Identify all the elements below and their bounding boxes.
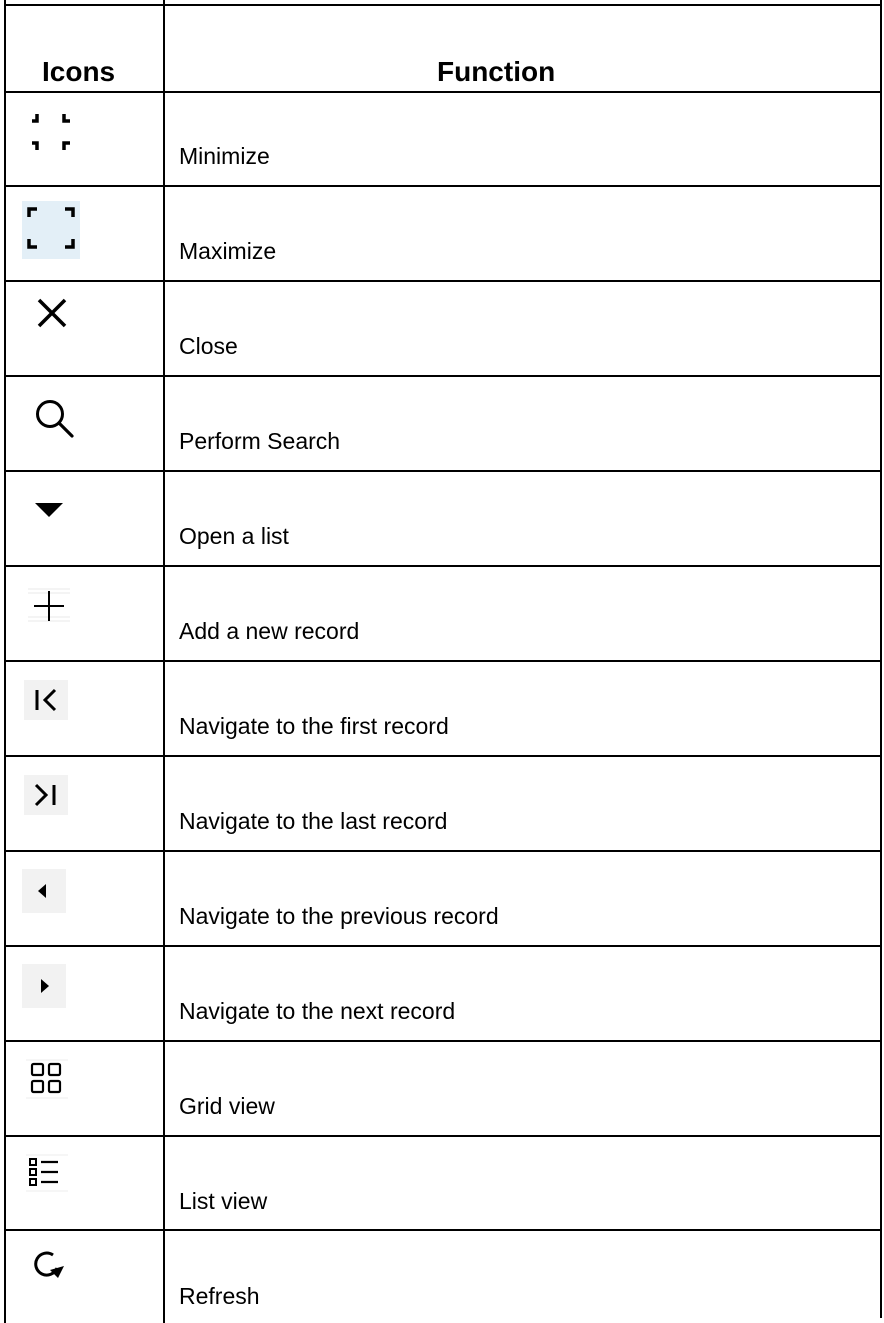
icons-function-table: Icons Function Minimize Maximize Close P… xyxy=(0,0,884,1323)
row-divider xyxy=(4,660,882,662)
plus-icon xyxy=(28,588,70,622)
row-label-add-record: Add a new record xyxy=(179,618,360,644)
search-icon xyxy=(36,400,74,438)
dropdown-arrow-icon xyxy=(35,503,63,517)
grid-view-icon xyxy=(26,1059,68,1099)
previous-record-icon xyxy=(22,869,66,913)
table-border-top xyxy=(4,4,882,6)
row-divider xyxy=(4,185,882,187)
row-label-last-record: Navigate to the last record xyxy=(179,808,448,834)
row-label-grid-view: Grid view xyxy=(179,1093,275,1119)
next-record-icon xyxy=(22,964,66,1008)
row-label-minimize: Minimize xyxy=(179,143,270,169)
row-label-open-list: Open a list xyxy=(179,523,289,549)
row-label-next-record: Navigate to the next record xyxy=(179,998,456,1024)
last-record-icon xyxy=(24,775,68,815)
row-divider xyxy=(4,945,882,947)
header-icons: Icons xyxy=(42,56,116,87)
row-divider xyxy=(4,375,882,377)
row-label-previous-record: Navigate to the previous record xyxy=(179,903,499,929)
header-function: Function xyxy=(437,56,556,87)
close-icon xyxy=(37,298,67,328)
row-label-refresh: Refresh xyxy=(179,1283,260,1309)
row-divider xyxy=(4,1040,882,1042)
table-border-right xyxy=(880,0,882,1318)
row-label-close: Close xyxy=(179,333,238,359)
row-divider xyxy=(4,91,882,93)
minimize-icon xyxy=(32,114,70,150)
row-label-search: Perform Search xyxy=(179,428,341,454)
refresh-icon xyxy=(34,1251,64,1278)
first-record-icon xyxy=(24,680,68,720)
row-label-first-record: Navigate to the first record xyxy=(179,713,449,739)
row-divider xyxy=(4,1229,882,1231)
row-divider xyxy=(4,755,882,757)
row-divider xyxy=(4,1135,882,1137)
row-divider xyxy=(4,280,882,282)
row-divider xyxy=(4,565,882,567)
row-label-list-view: List view xyxy=(179,1188,268,1214)
list-view-icon xyxy=(26,1154,68,1192)
maximize-icon xyxy=(22,201,80,259)
row-label-maximize: Maximize xyxy=(179,238,277,264)
row-divider xyxy=(4,470,882,472)
row-divider xyxy=(4,850,882,852)
